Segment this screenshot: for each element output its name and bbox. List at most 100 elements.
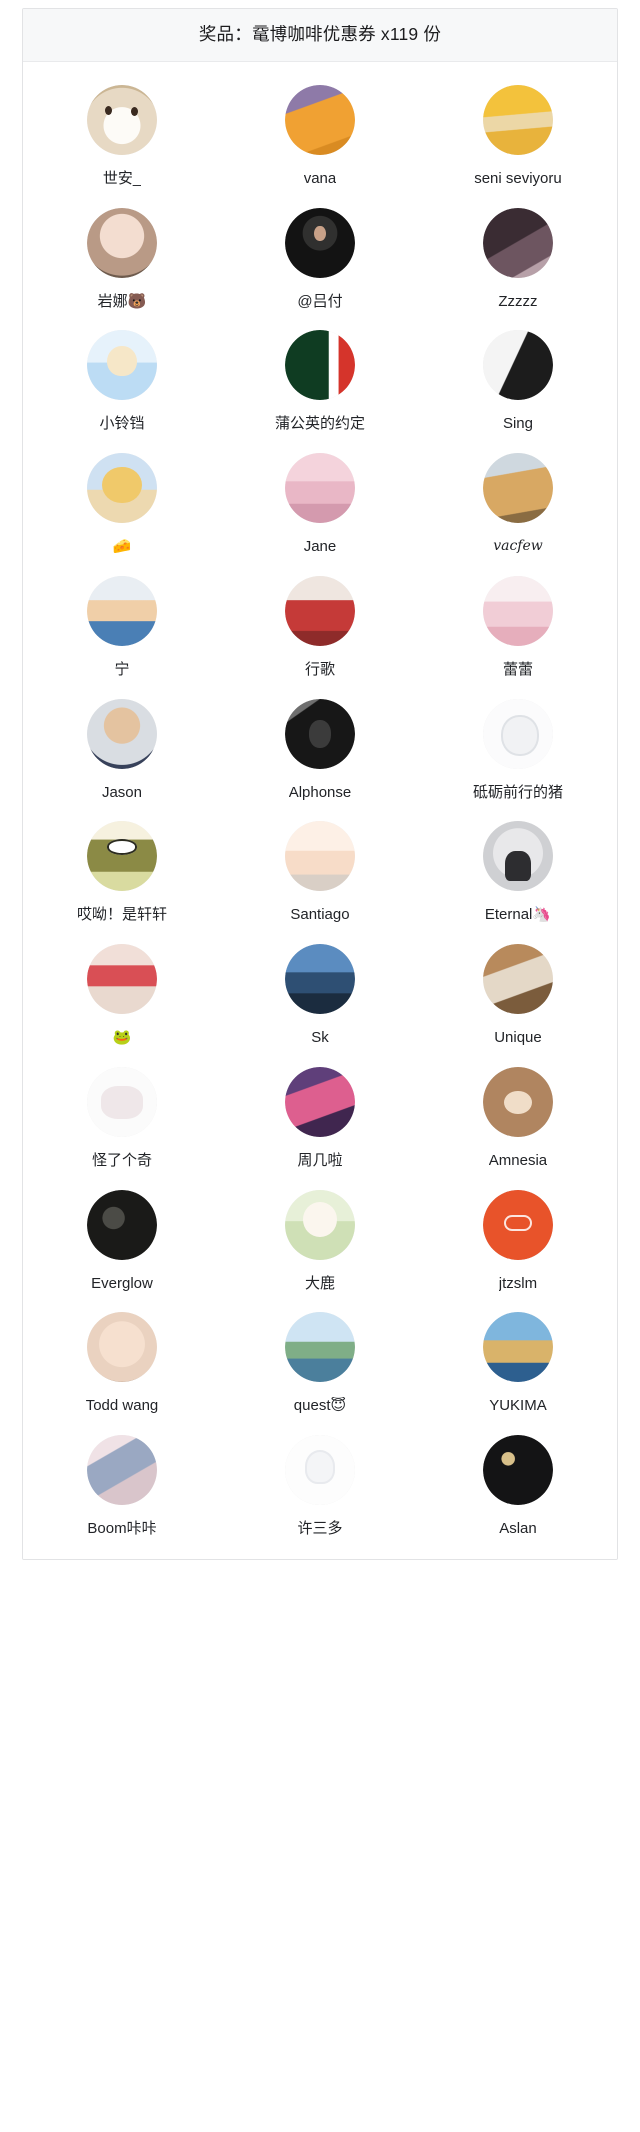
- winner-cell[interactable]: 岩娜🐻: [23, 199, 221, 322]
- winner-cell[interactable]: Jason: [23, 690, 221, 813]
- avatar[interactable]: [482, 1066, 553, 1137]
- avatar[interactable]: [284, 1435, 355, 1505]
- avatar[interactable]: [482, 207, 553, 278]
- winner-cell[interactable]: 大鹿: [221, 1181, 419, 1304]
- winner-cell[interactable]: YUKIMA: [419, 1303, 617, 1426]
- winner-name: YUKIMA: [489, 1397, 547, 1415]
- avatar[interactable]: [284, 1066, 355, 1137]
- avatar-image: [284, 1189, 355, 1260]
- avatar[interactable]: [284, 453, 355, 523]
- winner-name: 🧀: [112, 538, 132, 555]
- avatar[interactable]: [86, 84, 157, 155]
- winner-cell[interactable]: vacfew: [419, 444, 617, 567]
- avatar-image: [86, 698, 157, 769]
- winner-cell[interactable]: Eternal🦄: [419, 812, 617, 935]
- avatar[interactable]: [482, 944, 553, 1014]
- avatar[interactable]: [284, 575, 355, 646]
- winners-card: 奖品：鼋博咖啡优惠券 x119 份 世安_ vana seni seviyoru 岩娜…: [22, 8, 618, 1560]
- winner-cell[interactable]: Amnesia: [419, 1058, 617, 1181]
- winner-cell[interactable]: 行歌: [221, 567, 419, 690]
- avatar[interactable]: [482, 84, 553, 155]
- avatar[interactable]: [86, 330, 157, 401]
- winner-cell[interactable]: @吕付: [221, 199, 419, 322]
- avatar[interactable]: [284, 821, 355, 892]
- avatar-image: [482, 821, 553, 892]
- avatar[interactable]: [284, 1312, 355, 1383]
- winner-name: Alphonse: [288, 783, 352, 801]
- avatar[interactable]: [284, 944, 355, 1014]
- avatar-image: [284, 1066, 355, 1137]
- winner-cell[interactable]: Aslan: [419, 1426, 617, 1549]
- avatar[interactable]: [482, 1435, 553, 1505]
- winner-cell[interactable]: 砥砺前行的猪: [419, 690, 617, 813]
- avatar[interactable]: [86, 1066, 157, 1137]
- winner-cell[interactable]: Everglow: [23, 1181, 221, 1304]
- winner-cell[interactable]: Alphonse: [221, 690, 419, 813]
- avatar[interactable]: [482, 698, 553, 769]
- winner-cell[interactable]: Zzzzz: [419, 199, 617, 322]
- winner-name: Sk: [311, 1029, 329, 1046]
- winner-cell[interactable]: Todd wang: [23, 1303, 221, 1426]
- winner-cell[interactable]: 🐸: [23, 935, 221, 1058]
- avatar-image: [86, 1435, 157, 1505]
- avatar-image: [86, 944, 157, 1014]
- avatar-image: [284, 1312, 355, 1383]
- winner-cell[interactable]: Santiago: [221, 812, 419, 935]
- avatar[interactable]: [86, 944, 157, 1014]
- avatar[interactable]: [284, 84, 355, 155]
- avatar[interactable]: [86, 1435, 157, 1505]
- avatar[interactable]: [86, 453, 157, 523]
- avatar[interactable]: [284, 698, 355, 769]
- winner-cell[interactable]: 哎呦！是轩轩: [23, 812, 221, 935]
- avatar-image: [86, 1066, 157, 1137]
- winner-cell[interactable]: Jane: [221, 444, 419, 567]
- winner-cell[interactable]: 蒲公英的约定: [221, 321, 419, 444]
- avatar[interactable]: [482, 453, 553, 523]
- winner-cell[interactable]: vana: [221, 76, 419, 199]
- avatar[interactable]: [86, 1189, 157, 1260]
- avatar-image: [482, 1066, 553, 1137]
- winner-cell[interactable]: 宁: [23, 567, 221, 690]
- winner-cell[interactable]: 怪了个奇: [23, 1058, 221, 1181]
- winner-cell[interactable]: jtzslm: [419, 1181, 617, 1304]
- winner-cell[interactable]: Sing: [419, 321, 617, 444]
- avatar[interactable]: [482, 575, 553, 646]
- avatar[interactable]: [86, 698, 157, 769]
- avatar[interactable]: [284, 207, 355, 278]
- avatar-image: [482, 330, 553, 401]
- avatar[interactable]: [482, 1312, 553, 1383]
- winner-cell[interactable]: 世安_: [23, 76, 221, 199]
- winner-name: 宁: [114, 660, 130, 678]
- avatar[interactable]: [284, 1189, 355, 1260]
- winner-name: 行歌: [304, 660, 335, 678]
- avatar-image: [284, 821, 355, 892]
- avatar-image: [482, 1435, 553, 1505]
- winner-cell[interactable]: 周几啦: [221, 1058, 419, 1181]
- avatar-image: [284, 575, 355, 646]
- winner-cell[interactable]: quest😇: [221, 1303, 419, 1426]
- avatar-image: [86, 330, 157, 401]
- winner-name: 哎呦！是轩轩: [76, 906, 167, 924]
- winner-name: Unique: [494, 1029, 542, 1046]
- winner-cell[interactable]: 蕾蕾: [419, 567, 617, 690]
- winner-cell[interactable]: Sk: [221, 935, 419, 1058]
- avatar[interactable]: [284, 330, 355, 401]
- winner-name: 砥砺前行的猪: [472, 783, 563, 801]
- avatar[interactable]: [482, 1189, 553, 1260]
- avatar[interactable]: [86, 207, 157, 278]
- winner-cell[interactable]: 🧀: [23, 444, 221, 567]
- avatar-image: [86, 575, 157, 646]
- avatar[interactable]: [482, 821, 553, 892]
- avatar[interactable]: [86, 821, 157, 892]
- winner-cell[interactable]: Boom咔咔: [23, 1426, 221, 1549]
- winner-cell[interactable]: seni seviyoru: [419, 76, 617, 199]
- avatar[interactable]: [86, 575, 157, 646]
- winner-name: vana: [303, 169, 337, 187]
- winner-cell[interactable]: 小铃铛: [23, 321, 221, 444]
- winner-name: 小铃铛: [99, 415, 145, 433]
- winner-cell[interactable]: 许三多: [221, 1426, 419, 1549]
- avatar[interactable]: [86, 1312, 157, 1383]
- winner-name: vacfew: [493, 538, 543, 554]
- avatar[interactable]: [482, 330, 553, 401]
- winner-cell[interactable]: Unique: [419, 935, 617, 1058]
